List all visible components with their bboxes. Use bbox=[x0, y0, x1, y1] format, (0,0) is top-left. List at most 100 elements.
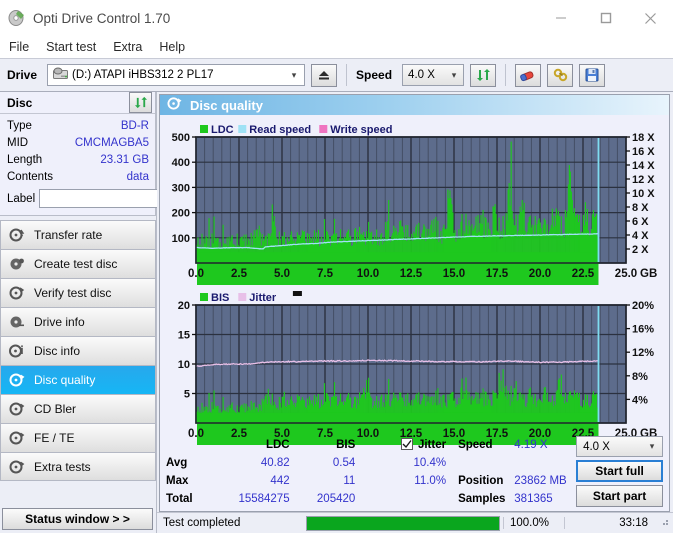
eraser-button[interactable] bbox=[515, 64, 541, 87]
disc-panel-header: Disc bbox=[0, 92, 155, 114]
test-speed-select[interactable]: 4.0 X ▾ bbox=[576, 436, 663, 457]
sidebar-nav: Transfer rate Create test disc Verify te… bbox=[0, 220, 156, 481]
disc-verify-icon bbox=[9, 285, 25, 301]
disc-refresh-button[interactable] bbox=[129, 92, 152, 113]
svg-text:GB: GB bbox=[640, 268, 657, 280]
app-window: Opti Drive Control 1.70 File Start test … bbox=[0, 0, 673, 533]
speed-value: 4.0 X bbox=[408, 69, 447, 81]
menu-file[interactable]: File bbox=[9, 38, 38, 56]
samples-info-value: 381365 bbox=[514, 490, 576, 508]
stats-jitter-max: 11.0% bbox=[355, 472, 446, 490]
svg-text:10 X: 10 X bbox=[632, 188, 655, 200]
sidebar-item-extra-tests[interactable]: Extra tests bbox=[0, 452, 156, 481]
start-full-button[interactable]: Start full bbox=[576, 460, 663, 482]
test-speed-value: 4.0 X bbox=[583, 441, 645, 453]
menu-help[interactable]: Help bbox=[159, 38, 194, 56]
sidebar-item-drive-info[interactable]: Drive info bbox=[0, 307, 156, 336]
progress-fill bbox=[307, 517, 499, 530]
svg-text:18 X: 18 X bbox=[632, 132, 655, 144]
disc-panel-title: Disc bbox=[7, 96, 129, 110]
disc-info-rows: Type BD-R MID CMCMAGBA5 Length 23.31 GB … bbox=[0, 114, 155, 215]
sidebar-item-label: Extra tests bbox=[34, 460, 91, 474]
settings-button[interactable] bbox=[547, 64, 573, 87]
disc-test-icon bbox=[9, 227, 25, 243]
drive-select[interactable]: (D:) ATAPI iHBS312 2 PL17 ▾ bbox=[47, 64, 305, 86]
sidebar-item-label: Disc quality bbox=[34, 373, 95, 387]
disc-row-value: CMCMAGBA5 bbox=[75, 135, 149, 151]
drive-info-icon bbox=[9, 314, 25, 330]
svg-text:2 X: 2 X bbox=[632, 244, 649, 256]
stats-ldc-avg: 40.82 bbox=[205, 454, 290, 472]
svg-text:12.5: 12.5 bbox=[400, 268, 423, 280]
sidebar-item-label: Disc info bbox=[34, 344, 80, 358]
window-title: Opti Drive Control 1.70 bbox=[33, 11, 538, 26]
speed-select[interactable]: 4.0 X ▾ bbox=[402, 64, 464, 86]
svg-text:BIS: BIS bbox=[211, 292, 229, 304]
stats-jitter-avg: 10.4% bbox=[355, 454, 446, 472]
svg-text:400: 400 bbox=[172, 157, 190, 169]
progress-bar bbox=[306, 516, 500, 531]
menu-start-test[interactable]: Start test bbox=[46, 38, 105, 56]
stats-col-info-labels: Speed Position Samples bbox=[450, 436, 508, 509]
svg-text:12%: 12% bbox=[632, 347, 654, 359]
chart-ldc[interactable]: LDCRead speedWrite speed1002003004005002… bbox=[160, 115, 669, 285]
sidebar-item-transfer-rate[interactable]: Transfer rate bbox=[0, 220, 156, 249]
jitter-header[interactable]: Jitter bbox=[355, 436, 446, 454]
sidebar-item-label: Transfer rate bbox=[34, 228, 102, 242]
svg-text:5: 5 bbox=[184, 389, 190, 401]
toolbar-separator-2 bbox=[505, 64, 506, 86]
minimize-icon[interactable] bbox=[538, 0, 583, 36]
disc-row-value: 23.31 GB bbox=[100, 152, 149, 168]
disc-row-mid: MID CMCMAGBA5 bbox=[7, 135, 149, 151]
save-button[interactable] bbox=[579, 64, 605, 87]
disc-row-length: Length 23.31 GB bbox=[7, 152, 149, 168]
sidebar-item-label: Drive info bbox=[34, 315, 85, 329]
disc-row-value: BD-R bbox=[121, 118, 149, 134]
status-window-wrap: Status window > > bbox=[0, 505, 156, 533]
menu-extra[interactable]: Extra bbox=[113, 38, 151, 56]
stats-label-max: Max bbox=[166, 472, 205, 490]
sidebar-item-create-test-disc[interactable]: Create test disc bbox=[0, 249, 156, 278]
chevron-down-icon[interactable]: ▾ bbox=[447, 70, 461, 81]
disc-extra-icon bbox=[9, 459, 25, 475]
svg-text:20.0: 20.0 bbox=[529, 268, 551, 280]
resize-grip[interactable] bbox=[659, 516, 671, 530]
svg-text:5.0: 5.0 bbox=[274, 268, 290, 280]
refresh-button[interactable] bbox=[470, 64, 496, 87]
status-window-button[interactable]: Status window > > bbox=[2, 508, 153, 530]
speed-label: Speed bbox=[356, 68, 392, 82]
chevron-down-icon[interactable]: ▾ bbox=[645, 441, 659, 452]
sidebar-item-fe-te[interactable]: FE / TE bbox=[0, 423, 156, 452]
speed-info-label: Speed bbox=[458, 436, 508, 454]
start-part-button[interactable]: Start part bbox=[576, 485, 663, 507]
svg-text:8 X: 8 X bbox=[632, 202, 649, 214]
jitter-checkbox[interactable] bbox=[401, 438, 413, 450]
sidebar-item-disc-quality[interactable]: Disc quality bbox=[0, 365, 156, 394]
eject-button[interactable] bbox=[311, 64, 337, 87]
disc-row-key: Type bbox=[7, 118, 121, 134]
stats-col-bis: BIS 0.54 11 205420 bbox=[290, 436, 356, 509]
drive-icon bbox=[53, 67, 68, 83]
sidebar-item-disc-info[interactable]: Disc info bbox=[0, 336, 156, 365]
drive-label: Drive bbox=[7, 68, 37, 82]
elapsed-time: 33:18 bbox=[564, 517, 656, 529]
maximize-icon[interactable] bbox=[583, 0, 628, 36]
svg-text:Jitter: Jitter bbox=[249, 292, 277, 304]
close-icon[interactable] bbox=[628, 0, 673, 36]
chart-bis-jitter[interactable]: BISJitter51015204%8%12%16%20%0.02.55.07.… bbox=[160, 285, 669, 445]
disc-label-key: Label bbox=[7, 193, 35, 205]
disc-row-type: Type BD-R bbox=[7, 118, 149, 134]
svg-text:17.5: 17.5 bbox=[486, 268, 509, 280]
svg-text:4 X: 4 X bbox=[632, 230, 649, 242]
svg-text:15.0: 15.0 bbox=[443, 268, 465, 280]
svg-text:22.5: 22.5 bbox=[572, 268, 595, 280]
disc-row-key: MID bbox=[7, 135, 75, 151]
stats-ldc-max: 442 bbox=[205, 472, 290, 490]
drive-value: (D:) ATAPI iHBS312 2 PL17 bbox=[72, 69, 287, 81]
sidebar-item-verify-test-disc[interactable]: Verify test disc bbox=[0, 278, 156, 307]
disc-quality-icon bbox=[167, 96, 182, 114]
svg-text:16%: 16% bbox=[632, 324, 654, 336]
chevron-down-icon[interactable]: ▾ bbox=[287, 70, 301, 81]
main-area: Disc quality LDCRead speedWrite speed100… bbox=[157, 92, 673, 533]
sidebar-item-cd-bler[interactable]: CD Bler bbox=[0, 394, 156, 423]
